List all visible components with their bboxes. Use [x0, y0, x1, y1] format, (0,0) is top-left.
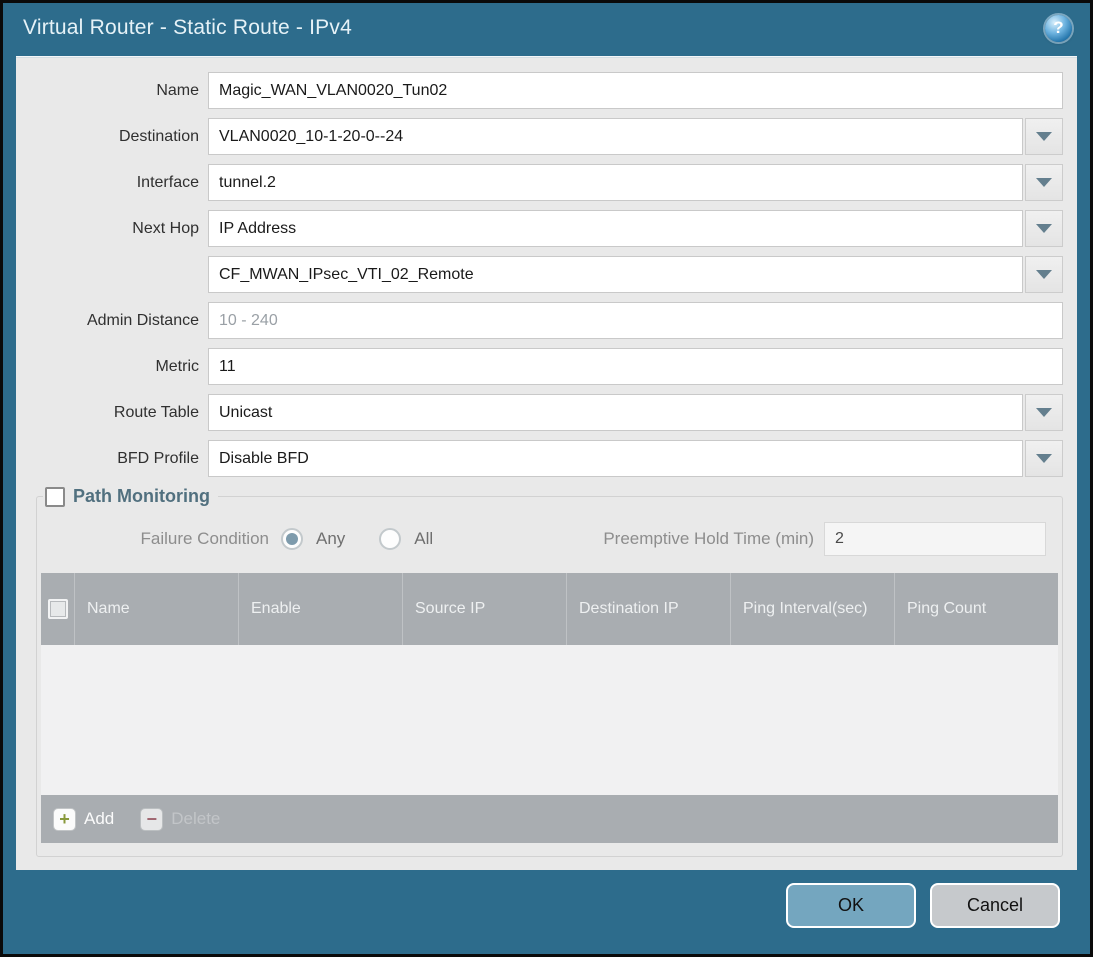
- path-monitoring-section: Path Monitoring Failure Condition Any Al…: [36, 486, 1063, 857]
- failure-condition-row: Failure Condition Any All Preemptive Hol…: [37, 521, 1046, 557]
- delete-button-label: Delete: [171, 809, 220, 829]
- preemptive-hold-time: Preemptive Hold Time (min): [603, 522, 1046, 556]
- route-table-label: Route Table: [16, 404, 208, 422]
- form-row-name: Name: [16, 72, 1063, 109]
- form-row-metric: Metric: [16, 348, 1063, 385]
- form-row-nexthop-address: [16, 256, 1063, 293]
- column-header-enable[interactable]: Enable: [239, 573, 403, 645]
- destination-field[interactable]: [208, 118, 1023, 155]
- admin-distance-field[interactable]: [208, 302, 1063, 339]
- form-row-route-table: Route Table: [16, 394, 1063, 431]
- dialog-title: Virtual Router - Static Route - IPv4: [23, 16, 1045, 40]
- cancel-button[interactable]: Cancel: [930, 883, 1060, 928]
- radio-any-label: Any: [316, 529, 345, 549]
- interface-label: Interface: [16, 174, 208, 192]
- add-button[interactable]: + Add: [53, 808, 114, 831]
- table-header: Name Enable Source IP Destination IP Pin…: [41, 573, 1058, 645]
- route-table-dropdown-button[interactable]: [1025, 394, 1063, 431]
- preemptive-hold-time-label: Preemptive Hold Time (min): [603, 529, 824, 549]
- name-label: Name: [16, 82, 208, 100]
- destination-label: Destination: [16, 128, 208, 146]
- destination-dropdown-button[interactable]: [1025, 118, 1063, 155]
- select-all-checkbox[interactable]: [48, 599, 68, 619]
- route-table-field[interactable]: [208, 394, 1023, 431]
- nexthop-address-field[interactable]: [208, 256, 1023, 293]
- table-header-checkbox-cell: [41, 573, 75, 645]
- form-row-interface: Interface: [16, 164, 1063, 201]
- minus-icon: −: [140, 808, 163, 831]
- nexthop-address-dropdown-button[interactable]: [1025, 256, 1063, 293]
- metric-label: Metric: [16, 358, 208, 376]
- bfd-profile-label: BFD Profile: [16, 450, 208, 468]
- path-monitoring-title: Path Monitoring: [73, 486, 210, 507]
- delete-button[interactable]: − Delete: [140, 808, 220, 831]
- form-row-bfd-profile: BFD Profile: [16, 440, 1063, 477]
- admin-distance-label: Admin Distance: [16, 312, 208, 330]
- chevron-down-icon: [1036, 178, 1052, 187]
- nexthop-type-dropdown-button[interactable]: [1025, 210, 1063, 247]
- column-header-ping-count[interactable]: Ping Count: [895, 573, 1058, 645]
- chevron-down-icon: [1036, 224, 1052, 233]
- column-header-source-ip[interactable]: Source IP: [403, 573, 567, 645]
- chevron-down-icon: [1036, 408, 1052, 417]
- column-header-name[interactable]: Name: [75, 573, 239, 645]
- column-header-ping-interval[interactable]: Ping Interval(sec): [731, 573, 895, 645]
- chevron-down-icon: [1036, 454, 1052, 463]
- bfd-profile-field[interactable]: [208, 440, 1023, 477]
- ok-button[interactable]: OK: [786, 883, 916, 928]
- chevron-down-icon: [1036, 270, 1052, 279]
- form-row-nexthop: Next Hop: [16, 210, 1063, 247]
- chevron-down-icon: [1036, 132, 1052, 141]
- bfd-profile-dropdown-button[interactable]: [1025, 440, 1063, 477]
- radio-all-label: All: [414, 529, 433, 549]
- nexthop-type-field[interactable]: [208, 210, 1023, 247]
- form-row-destination: Destination: [16, 118, 1063, 155]
- failure-condition-any-option: Any: [281, 528, 345, 550]
- static-route-dialog: Virtual Router - Static Route - IPv4 ? N…: [0, 0, 1093, 957]
- title-bar: Virtual Router - Static Route - IPv4 ?: [3, 3, 1090, 53]
- dialog-content: Name Destination Interface Next Hop: [16, 56, 1077, 870]
- add-button-label: Add: [84, 809, 114, 829]
- table-body-empty: [41, 645, 1058, 795]
- interface-dropdown-button[interactable]: [1025, 164, 1063, 201]
- failure-condition-label: Failure Condition: [37, 529, 281, 549]
- radio-any[interactable]: [281, 528, 303, 550]
- name-field[interactable]: [208, 72, 1063, 109]
- nexthop-label: Next Hop: [16, 220, 208, 238]
- help-icon[interactable]: ?: [1045, 15, 1072, 42]
- dialog-footer: OK Cancel: [3, 868, 1090, 954]
- form-row-admin-distance: Admin Distance: [16, 302, 1063, 339]
- preemptive-hold-time-field[interactable]: [824, 522, 1046, 556]
- path-monitoring-checkbox[interactable]: [45, 487, 65, 507]
- metric-field[interactable]: [208, 348, 1063, 385]
- failure-condition-all-option: All: [379, 528, 433, 550]
- path-monitoring-legend: Path Monitoring: [43, 486, 218, 507]
- interface-field[interactable]: [208, 164, 1023, 201]
- column-header-destination-ip[interactable]: Destination IP: [567, 573, 731, 645]
- radio-all[interactable]: [379, 528, 401, 550]
- plus-icon: +: [53, 808, 76, 831]
- path-monitoring-table: Name Enable Source IP Destination IP Pin…: [41, 573, 1058, 843]
- table-toolbar: + Add − Delete: [41, 795, 1058, 843]
